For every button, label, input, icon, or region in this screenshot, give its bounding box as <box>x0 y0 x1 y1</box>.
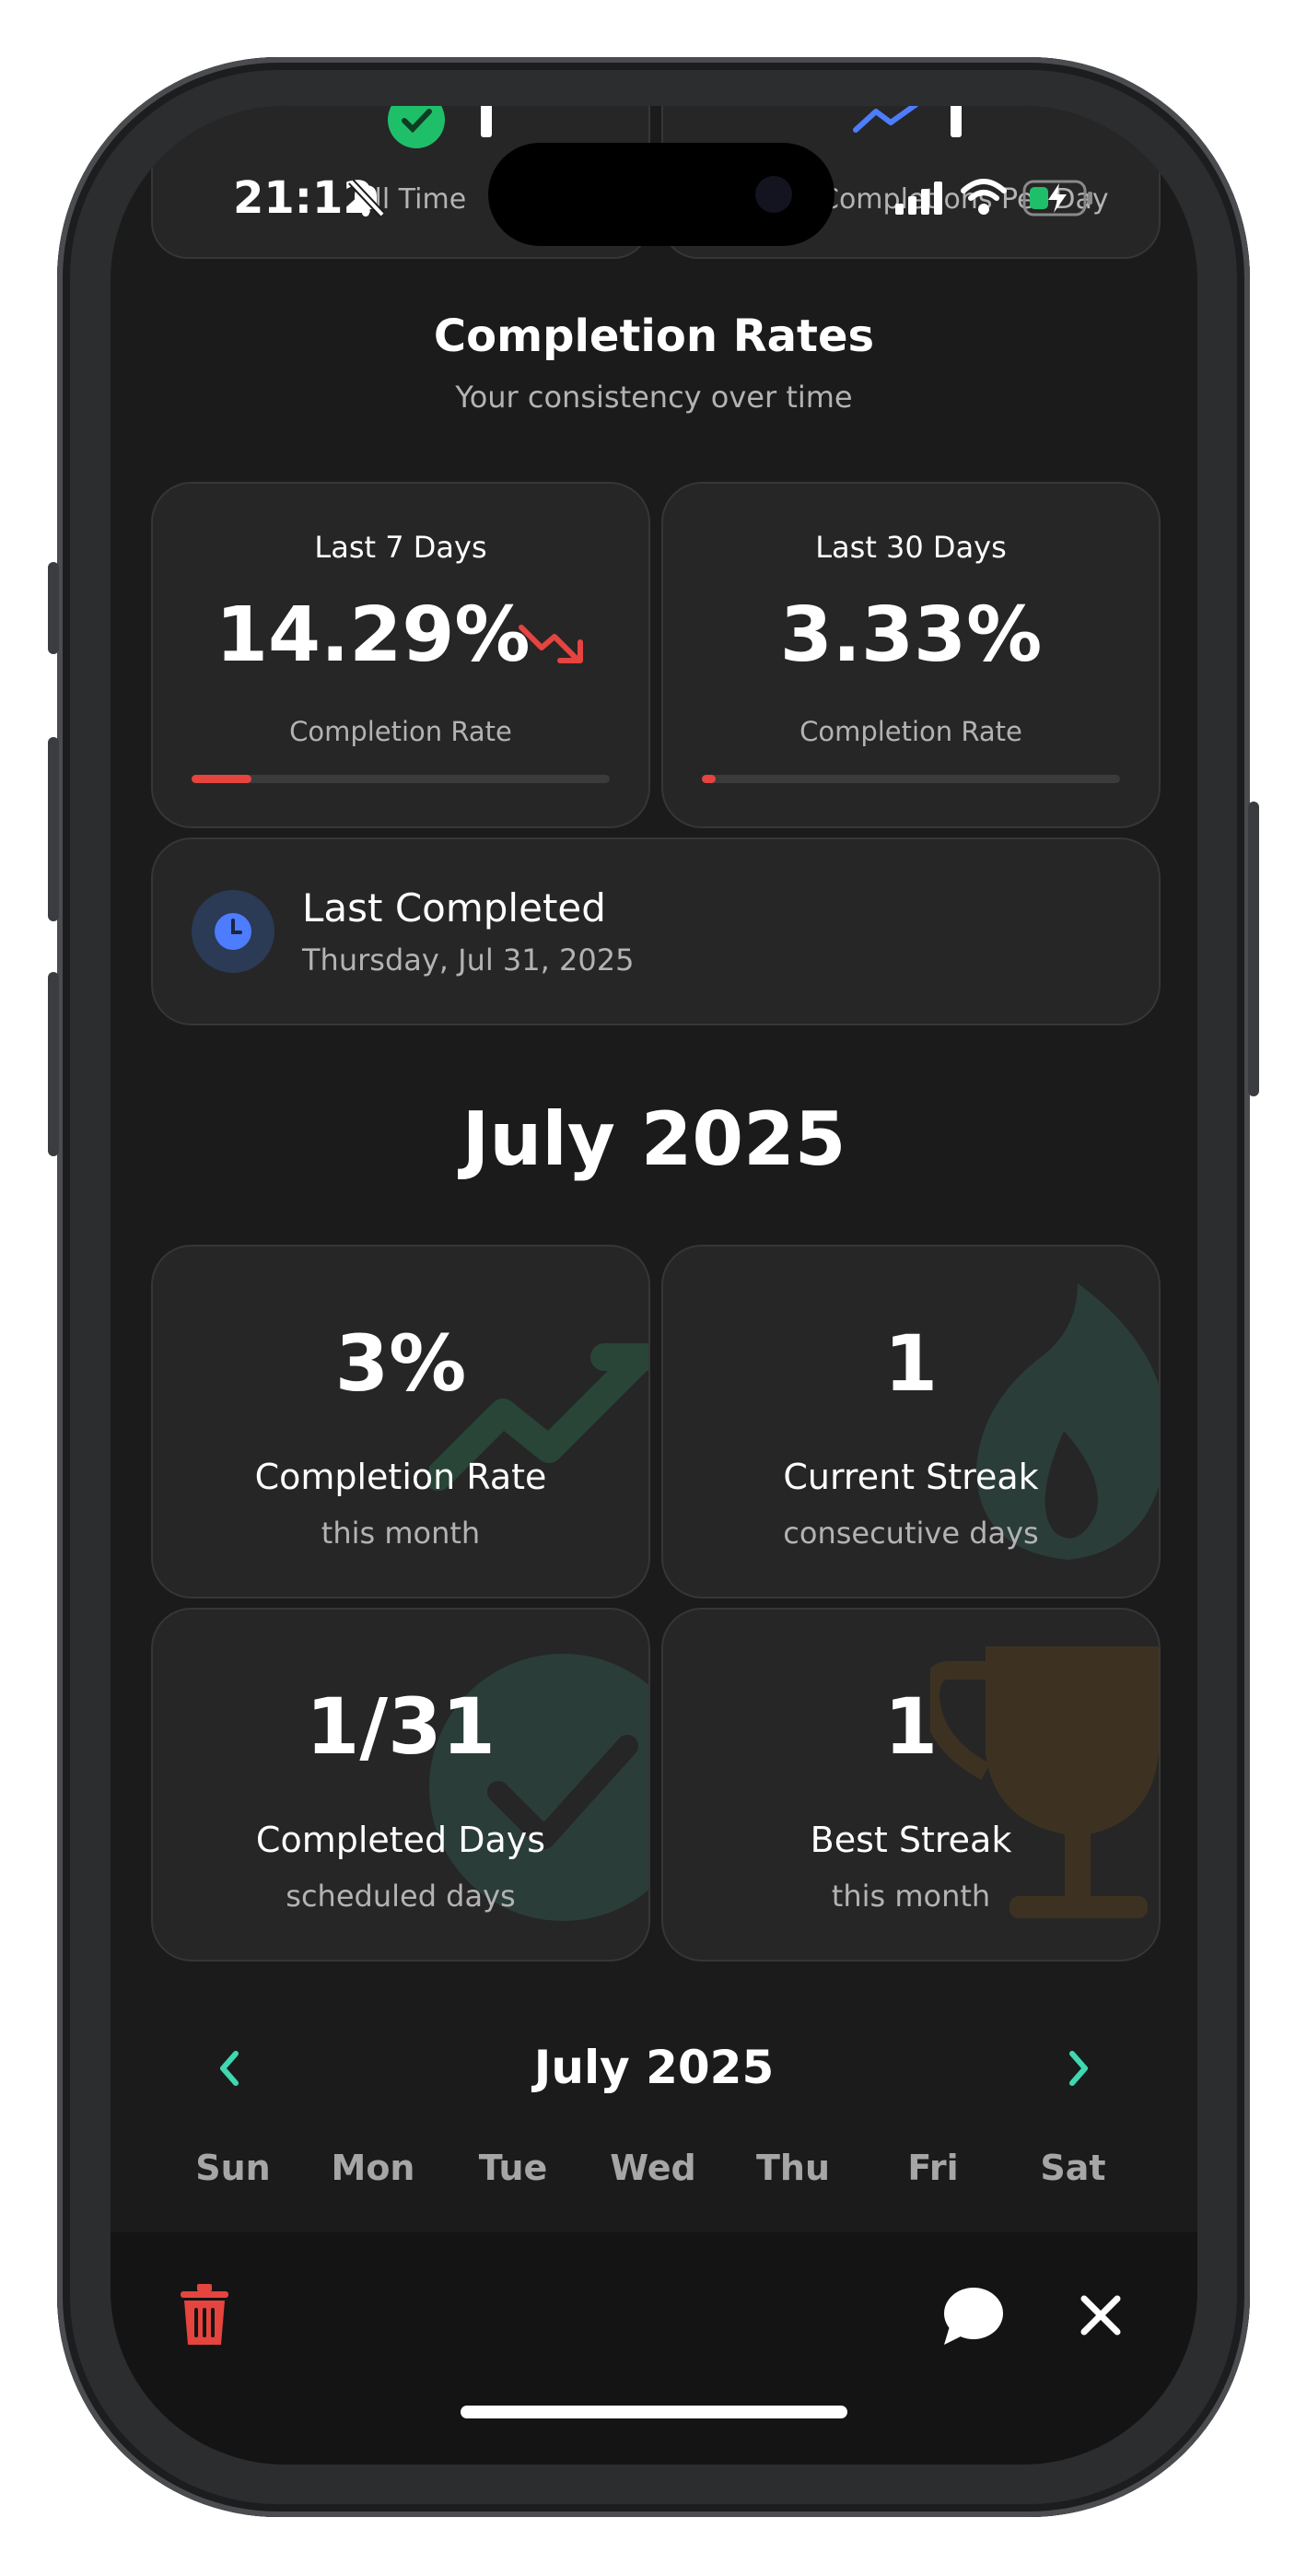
last-completed-title: Last Completed <box>302 885 606 931</box>
weekday-thu: Thu <box>755 2148 831 2188</box>
rate-caption: Completion Rate <box>289 716 512 747</box>
weekday-tue: Tue <box>478 2148 548 2188</box>
volume-down-button <box>48 972 59 1156</box>
volume-up-button <box>48 737 59 921</box>
stat-title: Completion Rate <box>254 1457 547 1497</box>
stat-card-completed-days: 1/31 Completed Days scheduled days <box>151 1608 650 1961</box>
rate-value: 3.33% <box>779 591 1043 679</box>
last-completed-date: Thursday, Jul 31, 2025 <box>302 943 635 978</box>
home-indicator[interactable] <box>461 2406 847 2418</box>
weekday-sat: Sat <box>1040 2148 1106 2188</box>
progress-bar <box>192 775 610 783</box>
close-button[interactable] <box>1064 2278 1138 2352</box>
front-camera <box>755 176 792 213</box>
trend-up-icon <box>852 106 926 139</box>
stat-subtitle: scheduled days <box>286 1879 516 1914</box>
stat-value-partial <box>481 106 492 137</box>
last-completed-card: Last Completed Thursday, Jul 31, 2025 <box>151 837 1161 1025</box>
app-screen: All Time Completions Per Day 21:12 Compl… <box>111 106 1197 2465</box>
progress-fill <box>702 775 717 783</box>
chevron-right-icon <box>1069 2051 1088 2086</box>
section-title: Completion Rates <box>433 310 875 362</box>
stat-value: 3% <box>334 1318 467 1409</box>
bottom-toolbar <box>111 2232 1197 2465</box>
battery-icon <box>1022 180 1096 220</box>
stat-value: 1 <box>883 1318 939 1409</box>
progress-bar <box>702 775 1120 783</box>
stat-card-current-streak: 1 Current Streak consecutive days <box>661 1245 1161 1598</box>
weekday-mon: Mon <box>331 2148 415 2188</box>
silent-bell-icon <box>345 178 386 222</box>
action-button <box>48 562 59 654</box>
stat-card-completion-rate: 3% Completion Rate this month <box>151 1245 650 1598</box>
last-30-days-card: Last 30 Days 3.33% Completion Rate <box>661 482 1161 828</box>
stat-title: Completed Days <box>255 1820 546 1860</box>
stat-value-partial <box>951 106 962 137</box>
dynamic-island <box>488 143 834 246</box>
rate-value: 14.29% <box>216 591 531 679</box>
chat-bubble-icon <box>944 2288 1003 2345</box>
comment-button[interactable] <box>935 2278 1009 2352</box>
weekday-fri: Fri <box>907 2148 959 2188</box>
calendar-month-label: July 2025 <box>533 2041 775 2094</box>
section-subtitle: Your consistency over time <box>455 380 853 415</box>
rate-caption: Completion Rate <box>799 716 1022 747</box>
trash-icon <box>181 2284 228 2345</box>
clock-icon <box>192 890 274 973</box>
stat-value: 1 <box>883 1681 939 1772</box>
stat-title: Current Streak <box>783 1457 1039 1497</box>
weekday-sun: Sun <box>195 2148 271 2188</box>
stat-subtitle: this month <box>831 1879 991 1914</box>
close-icon <box>1080 2295 1121 2336</box>
stat-title: Best Streak <box>810 1820 1012 1860</box>
stat-card-best-streak: 1 Best Streak this month <box>661 1608 1161 1961</box>
trend-down-icon <box>518 622 588 672</box>
month-heading: July 2025 <box>461 1096 846 1182</box>
progress-fill <box>192 775 251 783</box>
stat-value: 1/31 <box>305 1681 496 1772</box>
next-month-button[interactable] <box>1050 2041 1105 2096</box>
cellular-signal-icon <box>893 180 949 220</box>
delete-button[interactable] <box>168 2278 241 2352</box>
card-label: Last 7 Days <box>314 530 487 565</box>
stat-subtitle: this month <box>321 1516 481 1551</box>
stat-subtitle: consecutive days <box>783 1516 1039 1551</box>
last-7-days-card: Last 7 Days 14.29% Completion Rate <box>151 482 650 828</box>
card-label: Last 30 Days <box>815 530 1007 565</box>
check-circle-icon <box>388 106 445 148</box>
wifi-icon <box>960 178 1008 220</box>
power-button <box>1248 802 1259 1096</box>
weekday-wed: Wed <box>610 2148 696 2188</box>
